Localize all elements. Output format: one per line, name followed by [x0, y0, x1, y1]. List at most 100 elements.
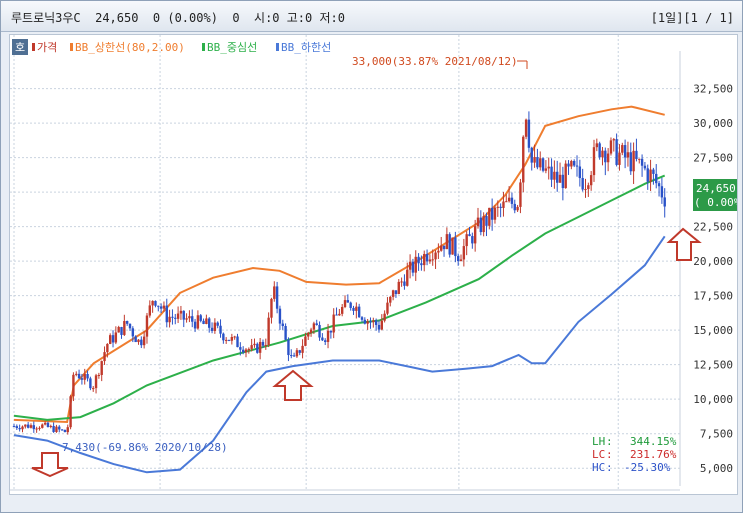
candle-body [100, 361, 103, 375]
candle-body [372, 320, 375, 323]
candle-body [106, 343, 109, 353]
candle-body [307, 332, 310, 337]
stat-lh-label: LH [592, 435, 605, 448]
y-tick-label: 10,000 [693, 393, 733, 406]
candle-body [111, 335, 115, 343]
candle-body [253, 343, 256, 346]
candle-body [94, 375, 98, 389]
candle-body [267, 317, 270, 345]
candle-body [77, 373, 81, 379]
low-annotation: 7,430(-69.86% 2020/10/28) [62, 441, 228, 454]
candle-body [465, 234, 468, 247]
low-label: 7,430(-69.86% 2020/10/28) [62, 441, 228, 454]
candle-body [575, 165, 579, 167]
candle-body [420, 263, 423, 266]
candle-body [137, 339, 140, 343]
candle-body [425, 253, 429, 262]
candle-body [553, 171, 556, 180]
candle-body [618, 152, 621, 165]
legend-tag: 호 [15, 41, 25, 54]
y-tick-label: 27,500 [693, 152, 733, 165]
candle-body [615, 139, 618, 165]
y-tick-label: 17,500 [693, 290, 733, 303]
candle-body [208, 318, 211, 328]
candle-body [273, 286, 276, 299]
candle-body [643, 165, 647, 169]
candle-body [292, 355, 296, 357]
candle-body [592, 147, 596, 176]
candle-body [24, 424, 27, 427]
candle-body [391, 290, 395, 297]
candle-body [219, 325, 222, 334]
candle-body [196, 315, 200, 329]
candle-body [233, 336, 236, 338]
candle-body [612, 139, 615, 141]
period-indicator[interactable]: [1일][1 / 1] [651, 9, 734, 26]
candle-body [148, 305, 152, 316]
bb-middle-line [13, 174, 666, 421]
candle-body [473, 226, 477, 244]
candle-body [604, 150, 607, 163]
candle-body [29, 425, 33, 428]
candle-body [171, 316, 174, 318]
candle-body [663, 197, 666, 207]
candle-body [527, 119, 531, 148]
candle-body [46, 422, 50, 427]
candle-body [389, 296, 392, 303]
candle-body [606, 153, 610, 163]
legend-bb-upper: BB_상한선(80,2.00) [75, 41, 185, 54]
candle-body [247, 348, 251, 350]
current-price-tag: 24,650 ( 0.00%) [693, 179, 743, 211]
candle-body [626, 152, 630, 158]
candle-body [284, 326, 287, 340]
candle-body [202, 320, 205, 324]
candle-body [635, 150, 638, 159]
candle-body [134, 336, 137, 343]
candle-body [454, 237, 457, 257]
candle-body [21, 426, 24, 430]
candle-body [159, 306, 163, 309]
candle-body [578, 166, 582, 179]
candle-body [445, 234, 449, 250]
candle-body [230, 336, 234, 341]
x-tick-label: 07 [461, 492, 474, 494]
candle-body [411, 261, 415, 273]
candle-body [222, 333, 225, 341]
candle-body [224, 339, 228, 341]
candle-body [349, 302, 352, 308]
candle-body [629, 152, 632, 172]
candle-body [490, 207, 494, 220]
candle-body [80, 378, 84, 380]
candle-body [403, 281, 406, 286]
legend: 호 가격 BB_상한선(80,2.00) BB_중심선 BB_하한선 [12, 39, 331, 55]
candle-body [185, 318, 188, 320]
candle-body [621, 145, 624, 153]
price-chart[interactable]: 32,50030,00027,50025,00022,50020,00017,5… [9, 34, 743, 505]
candle-body [324, 340, 327, 342]
candle-body [125, 321, 129, 324]
candle-body [556, 171, 559, 183]
candle-body [66, 427, 69, 433]
x-axis: 2020/10/14 2021/01 04 07 2021/10/01 [10, 489, 686, 505]
candle-body [86, 373, 89, 379]
candle-body [321, 337, 324, 341]
candle-body [428, 259, 432, 262]
candle-body [414, 256, 417, 273]
candle-body [145, 315, 149, 337]
candle-body [400, 281, 403, 283]
candle-body [309, 329, 313, 333]
candle-body [304, 336, 307, 346]
candle-body [290, 355, 293, 357]
candle-body [660, 186, 664, 198]
bollinger-lines [13, 105, 666, 474]
candle-body [581, 178, 584, 190]
candle-body [589, 175, 593, 186]
y-axis: 32,50030,00027,50025,00022,50020,00017,5… [679, 51, 733, 486]
candle-body [182, 310, 185, 320]
candle-body [488, 207, 491, 226]
candle-body [295, 350, 299, 357]
candle-body [108, 335, 112, 344]
arrow-down-icon-left [31, 452, 69, 478]
candle-body [52, 425, 55, 432]
candle-body [49, 425, 52, 427]
